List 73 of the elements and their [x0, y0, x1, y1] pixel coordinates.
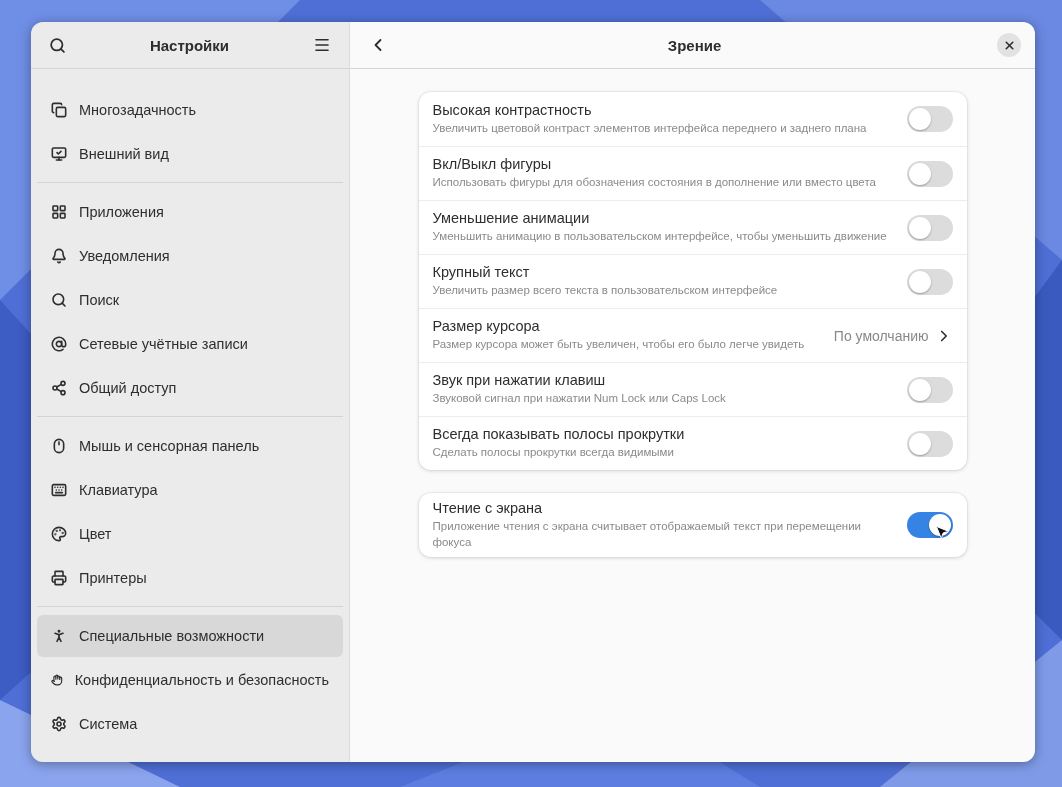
sidebar-item[interactable]: Цвет — [37, 513, 343, 555]
sidebar-item-label: Приложения — [79, 204, 164, 220]
hand-icon — [51, 672, 63, 688]
person-icon — [51, 628, 67, 644]
sidebar-item[interactable]: Мышь и сенсорная панель — [37, 425, 343, 467]
row-title: Чтение с экрана — [432, 500, 544, 516]
row-description: Звуковой сигнал при нажатии Num Lock или Caps Lock — [432, 391, 727, 407]
sidebar-item-label: Внешний вид — [79, 146, 169, 162]
sidebar-item[interactable]: Уведомления — [37, 235, 343, 277]
sidebar-item[interactable]: Принтеры — [37, 557, 343, 599]
toggle-switch[interactable] — [906, 106, 953, 132]
menu-icon — [313, 36, 331, 54]
close-button[interactable] — [997, 33, 1021, 57]
close-icon — [1002, 38, 1016, 52]
pointer-icon — [933, 524, 950, 540]
sidebar-item[interactable]: Общий доступ — [37, 367, 343, 409]
printer-icon — [51, 570, 67, 586]
sidebar-item-label: Специальные возможности — [79, 628, 265, 644]
monitor-icon — [51, 146, 67, 162]
page-title: Зрение — [667, 36, 722, 54]
toggle-switch[interactable] — [906, 430, 953, 457]
sidebar-item-label: Конфиденциальность и безопасность — [74, 672, 329, 688]
sidebar-item-label: Уведомления — [79, 248, 170, 264]
sidebar-item[interactable]: Поиск — [37, 279, 343, 321]
sidebar-item[interactable]: Внешний вид — [37, 133, 343, 175]
sidebar-item[interactable]: Конфиденциальность и безопасность — [37, 659, 343, 701]
sidebar-item[interactable]: Специальные возможности — [37, 615, 343, 657]
search-icon — [49, 36, 66, 54]
toggle-switch[interactable] — [906, 160, 953, 187]
palette-icon — [51, 526, 67, 542]
windows-icon — [51, 102, 67, 118]
row-title: Звук при нажатии клавиш — [432, 372, 607, 389]
row-title: Высокая контрастность — [432, 101, 593, 118]
toggle-switch[interactable] — [906, 512, 953, 538]
row-description: Приложение чтения с экрана считывает отображаемый текст при перемещении фокуса — [432, 519, 862, 550]
row-title: Всегда показывать полосы прокрутки — [432, 426, 686, 443]
sidebar-item-label: Клавиатура — [79, 482, 158, 498]
row-title: Размер курсора — [432, 318, 541, 335]
sidebar-title: Настройки — [149, 36, 230, 54]
row-title: Крупный текст — [432, 264, 531, 281]
settings-icon — [51, 716, 67, 732]
row-description: Уменьшить анимацию в пользовательском интерфейсе, чтобы уменьшить движение — [432, 229, 888, 245]
row-description: Размер курсора может быть увеличен, чтобы его было легче увидеть — [432, 337, 806, 353]
sidebar-item-label: Сетевые учётные записи — [79, 336, 248, 352]
row-description: Сделать полосы прокрутки всегда видимыми — [432, 445, 675, 461]
row-title: Вкл/Выкл фигуры — [432, 156, 553, 173]
toggle-switch[interactable] — [906, 214, 953, 241]
sidebar-item-label: Система — [79, 716, 138, 732]
sidebar-item[interactable]: Клавиатура — [37, 469, 343, 511]
sidebar-item[interactable]: Система — [37, 703, 343, 745]
row-description: Увеличить размер всего текста в пользовательском интерфейсе — [432, 283, 779, 299]
sidebar-item-label: Общий доступ — [79, 380, 177, 396]
sidebar-item[interactable]: Сетевые учётные записи — [37, 323, 343, 365]
search-icon — [51, 292, 67, 308]
at-sign-icon — [51, 336, 67, 352]
sidebar-item-label: Принтеры — [79, 570, 147, 586]
share-icon — [51, 380, 67, 396]
keyboard-icon — [51, 482, 67, 498]
sidebar-item[interactable]: Многозадачность — [37, 89, 343, 131]
sidebar-item-label: Многозадачность — [79, 102, 196, 118]
grid-icon — [51, 204, 67, 220]
row-description: Увеличить цветовой контраст элементов интерфейса переднего и заднего плана — [432, 120, 868, 136]
row-value: По умолчанию — [833, 327, 929, 344]
bell-icon — [51, 248, 67, 264]
toggle-switch[interactable] — [906, 268, 953, 295]
sidebar-item-label: Цвет — [79, 526, 112, 542]
sidebar-item[interactable]: Приложения — [37, 191, 343, 233]
sidebar-item-label: Поиск — [79, 292, 120, 308]
mouse-icon — [51, 438, 67, 454]
row-description: Использовать фигуры для обозначения состояния в дополнение или вместо цвета — [432, 175, 877, 191]
toggle-switch[interactable] — [906, 376, 953, 403]
sidebar-item-label: Мышь и сенсорная панель — [79, 438, 260, 454]
row-title: Уменьшение анимации — [432, 210, 591, 227]
